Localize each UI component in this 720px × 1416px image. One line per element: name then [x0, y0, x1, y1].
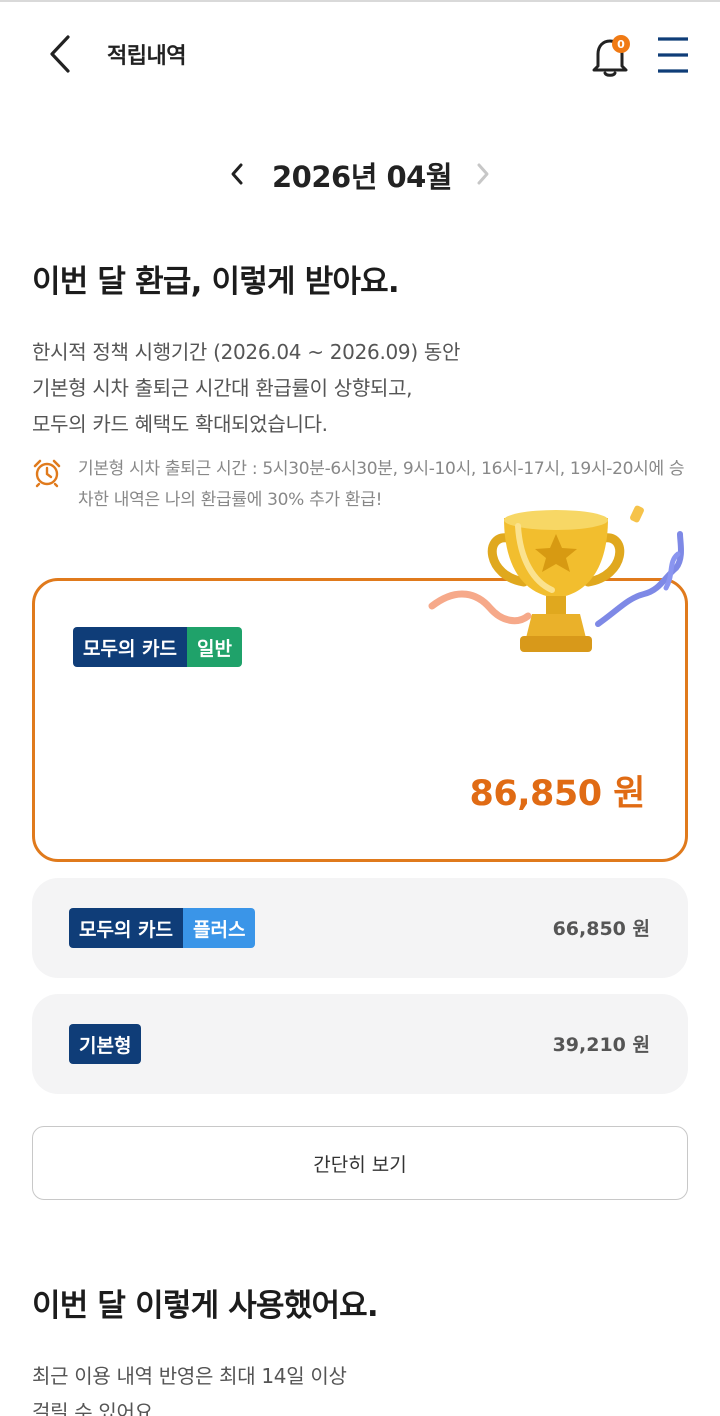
notification-badge: 0: [612, 35, 630, 53]
refund-amount: 86,850 원: [469, 774, 646, 814]
notification-button[interactable]: 0: [586, 32, 634, 80]
refund-section-title: 이번 달 환급, 이렇게 받아요.: [32, 264, 400, 300]
refund-card-basic[interactable]: 기본형 39,210 원: [32, 994, 688, 1094]
previous-month-button[interactable]: [222, 158, 252, 190]
description-line: 걸릴 수 있어요.: [32, 1400, 159, 1416]
trophy-icon: [428, 505, 684, 652]
alarm-clock-icon: [33, 459, 61, 488]
description-line: 모두의 카드 혜택도 확대되었습니다.: [32, 412, 328, 436]
month-selector: 2026년 04월: [0, 150, 720, 200]
chevron-right-icon: [477, 163, 489, 185]
tag-label: 모두의 카드: [73, 627, 188, 667]
app-header: 적립내역 0: [0, 2, 720, 102]
card-type-tag: 기본형: [69, 1024, 142, 1064]
tag-sublabel: 일반: [187, 627, 242, 667]
chevron-left-icon: [50, 35, 70, 73]
description-line: 최근 이용 내역 반영은 최대 14일 이상: [32, 1364, 347, 1388]
usage-description: 최근 이용 내역 반영은 최대 14일 이상 걸릴 수 있어요.: [32, 1358, 692, 1416]
tag-label: 기본형: [69, 1024, 142, 1064]
refund-card-plus[interactable]: 모두의 카드 플러스 66,850 원: [32, 878, 688, 978]
simple-view-button[interactable]: 간단히 보기: [32, 1126, 688, 1200]
card-type-tag: 모두의 카드 플러스: [69, 908, 256, 948]
card-type-tag: 모두의 카드 일반: [73, 627, 242, 667]
description-line: 한시적 정책 시행기간 (2026.04 ~ 2026.09) 동안: [32, 340, 461, 364]
tag-sublabel: 플러스: [183, 908, 256, 948]
current-month: 2026년 04월: [272, 160, 453, 194]
next-month-button[interactable]: [468, 158, 498, 190]
page-title: 적립내역: [107, 44, 186, 69]
refund-amount: 66,850 원: [552, 918, 650, 940]
hamburger-menu-icon: [658, 37, 688, 73]
description-line: 기본형 시차 출퇴근 시간대 환급률이 상향되고,: [32, 376, 413, 400]
tag-label: 모두의 카드: [69, 908, 184, 948]
chevron-left-icon: [231, 163, 243, 185]
refund-amount: 39,210 원: [552, 1034, 650, 1056]
menu-button[interactable]: [652, 32, 694, 78]
usage-section-title: 이번 달 이렇게 사용했어요.: [32, 1288, 379, 1324]
refund-description: 한시적 정책 시행기간 (2026.04 ~ 2026.09) 동안 기본형 시…: [32, 334, 692, 442]
back-button[interactable]: [36, 30, 84, 78]
